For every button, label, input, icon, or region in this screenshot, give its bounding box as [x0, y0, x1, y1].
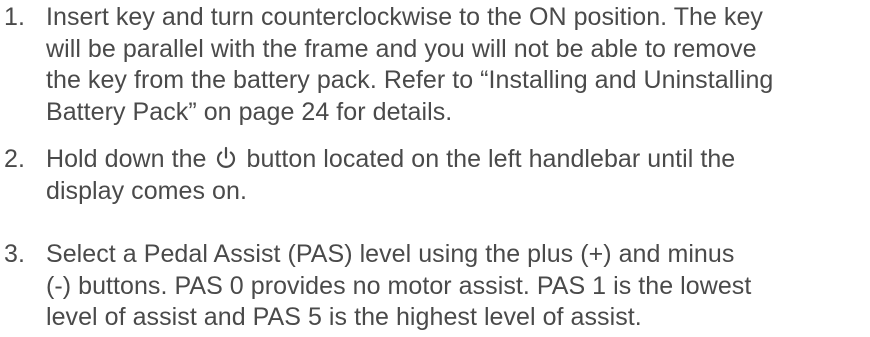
- step-line: Insert key and turn counterclockwise to …: [46, 3, 763, 31]
- step-line: will be parallel with the frame and you …: [46, 34, 757, 63]
- step-line: Battery Pack” on page 24 for details.: [46, 97, 453, 126]
- step-number: 3.: [4, 240, 25, 268]
- step-line: (-) buttons. PAS 0 provides no motor ass…: [46, 271, 752, 300]
- step-text-segment: button located on the left handlebar unt…: [246, 145, 736, 173]
- step-text: Select a Pedal Assist (PAS) level using …: [46, 239, 751, 334]
- step-text: Insert key and turn counterclockwise to …: [46, 2, 773, 128]
- step-line: Hold down the button located on the left…: [46, 144, 735, 176]
- step-text-segment: Hold down the: [46, 145, 207, 173]
- instruction-list: 1. Insert key and turn counterclockwise …: [0, 0, 870, 337]
- step-text: Hold down the button located on the left…: [46, 144, 735, 207]
- step-number: 1.: [4, 3, 25, 31]
- step-line: Select a Pedal Assist (PAS) level using …: [46, 240, 735, 268]
- step-line: level of assist and PAS 5 is the highest…: [46, 303, 642, 331]
- step-number: 2.: [4, 145, 25, 173]
- step-line: the key from the battery pack. Refer to …: [46, 66, 774, 94]
- step-line: display comes on.: [46, 176, 247, 205]
- power-icon: [217, 146, 236, 168]
